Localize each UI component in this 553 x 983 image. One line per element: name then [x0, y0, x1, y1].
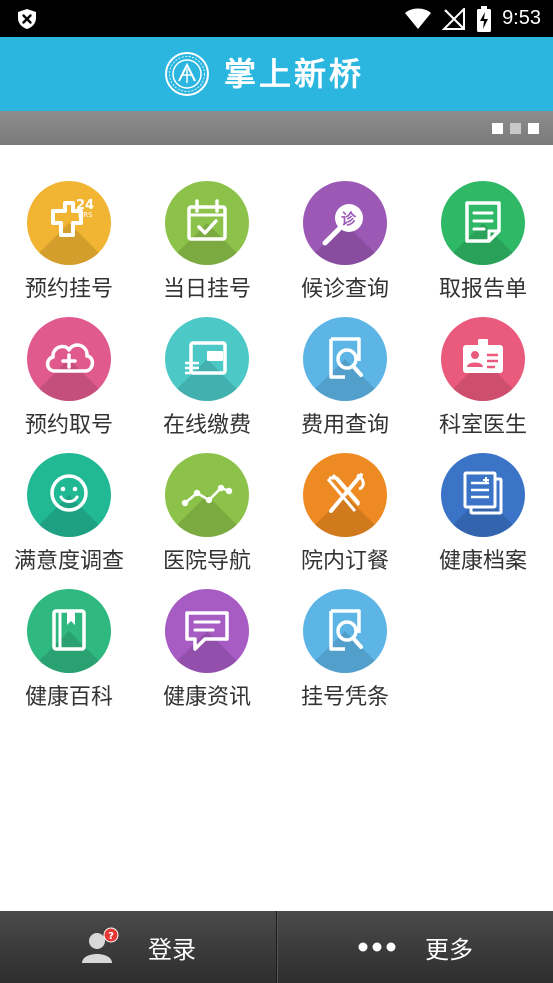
menu-icon-circle	[441, 181, 525, 265]
app-title: 掌上新桥	[224, 55, 365, 93]
menu-icon-circle	[303, 453, 387, 537]
menu-item-health-encyclopedia[interactable]: 健康百科	[0, 553, 138, 710]
menu-item-same-day[interactable]: 当日挂号	[138, 145, 276, 302]
menu-icon-circle	[165, 589, 249, 673]
menu-item-label: 健康百科	[24, 685, 113, 710]
menu-item-label: 健康资讯	[162, 685, 251, 710]
menu-item-online-payment[interactable]: 在线缴费	[138, 281, 276, 438]
carousel-indicator	[492, 123, 539, 134]
carousel-dot[interactable]	[510, 123, 521, 134]
svg-text:诊: 诊	[341, 210, 357, 228]
svg-text:HRS: HRS	[78, 211, 93, 219]
wifi-icon	[405, 8, 432, 29]
menu-icon-circle	[165, 453, 249, 537]
health-records-icon	[463, 471, 503, 515]
menu-icon-circle	[303, 317, 387, 401]
carousel-dot-active[interactable]	[528, 123, 539, 134]
menu-item-reserve-number[interactable]: 预约取号	[0, 281, 138, 438]
title-bar: 掌上新桥	[0, 37, 553, 111]
menu-icon-circle	[441, 317, 525, 401]
login-label: 登录	[148, 935, 196, 964]
login-badge: ?	[108, 931, 114, 942]
menu-item-queue-query[interactable]: 诊 候诊查询	[276, 145, 414, 302]
user-avatar-icon: ?	[82, 927, 119, 963]
menu-item-health-records[interactable]: 健康档案	[414, 417, 552, 574]
login-button[interactable]: ? 登录	[0, 911, 276, 983]
cloud-add-icon	[45, 343, 95, 373]
menu-item-health-news[interactable]: 健康资讯	[138, 553, 276, 710]
search-document-icon	[329, 609, 363, 651]
close-shield-icon	[18, 9, 36, 29]
banner-carousel[interactable]	[0, 111, 553, 145]
menu-icon-circle	[27, 589, 111, 673]
menu-icon-circle	[165, 181, 249, 265]
wallet-icon	[185, 341, 227, 375]
menu-icon-circle	[441, 453, 525, 537]
menu-icon-circle: 诊	[303, 181, 387, 265]
menu-item-satisfaction-survey[interactable]: 满意度调查	[0, 417, 138, 574]
menu-item-department-doctor[interactable]: 科室医生	[414, 281, 552, 438]
smiley-icon	[50, 474, 88, 512]
menu-item-fee-query[interactable]: 费用查询	[276, 281, 414, 438]
menu-icon-circle: 24 HRS	[27, 181, 111, 265]
doctor-badge-icon	[463, 339, 503, 373]
menu-item-label: 健康档案	[438, 549, 527, 574]
menu-item-meal-order[interactable]: 院内订餐	[276, 417, 414, 574]
message-icon	[185, 611, 229, 651]
report-document-icon	[465, 201, 501, 243]
more-button[interactable]: 更多	[276, 911, 553, 983]
diagnosis-search-icon: 诊	[322, 204, 363, 246]
calendar-check-icon	[187, 199, 227, 241]
search-document-icon	[329, 337, 363, 379]
menu-item-registration-receipt[interactable]: 挂号凭条	[276, 553, 414, 710]
menu-icon-circle	[303, 589, 387, 673]
route-line-icon	[181, 484, 233, 507]
bottom-bar: ? 登录 更多	[0, 911, 553, 983]
more-label: 更多	[425, 935, 473, 964]
24hrs-cross-icon: 24 HRS	[51, 198, 94, 237]
hospital-logo	[165, 52, 209, 96]
encyclopedia-book-icon	[52, 609, 86, 651]
carousel-dot[interactable]	[492, 123, 503, 134]
more-dots-icon	[358, 942, 396, 952]
battery-charging-icon	[477, 5, 492, 32]
menu-item-report[interactable]: 取报告单	[414, 145, 552, 302]
menu-icon-circle	[27, 317, 111, 401]
status-time: 9:53	[502, 7, 541, 29]
no-signal-icon	[442, 7, 466, 30]
status-bar: 9:53	[0, 0, 553, 37]
menu-item-hospital-navigation[interactable]: 医院导航	[138, 417, 276, 574]
menu-icon-circle	[165, 317, 249, 401]
fork-knife-icon	[326, 473, 365, 513]
menu-item-appointment[interactable]: 24 HRS 预约挂号	[0, 145, 138, 302]
menu-item-label: 挂号凭条	[300, 685, 389, 710]
menu-icon-circle	[27, 453, 111, 537]
